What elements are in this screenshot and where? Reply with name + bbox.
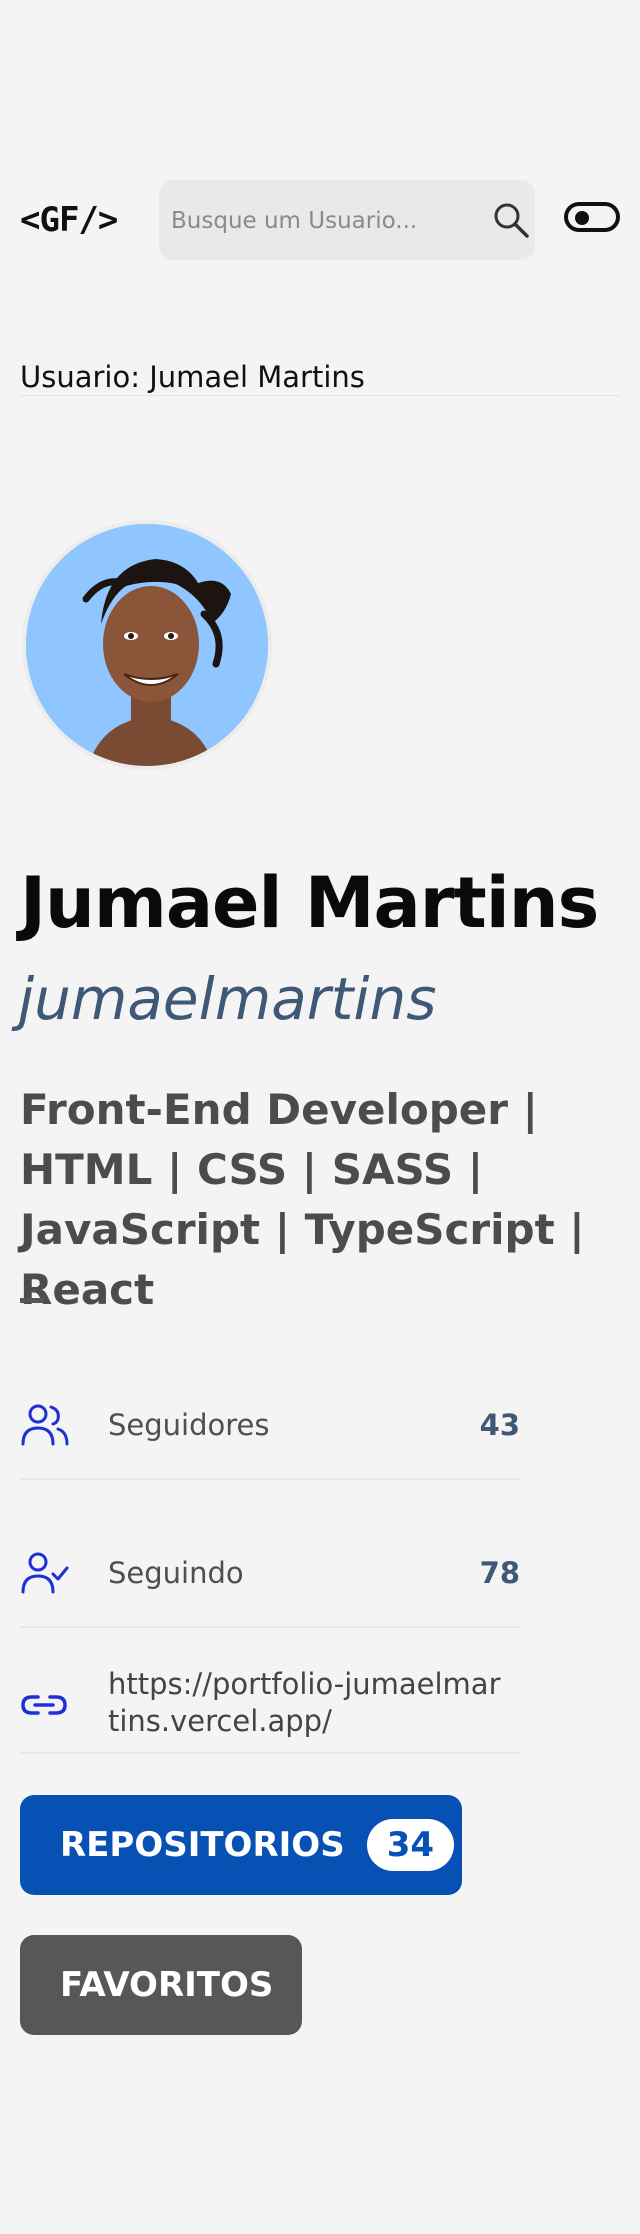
link-icon (20, 1682, 70, 1728)
followers-label: Seguidores (108, 1408, 270, 1442)
divider (20, 395, 620, 396)
followers-count: 43 (479, 1408, 520, 1442)
top-header: <GF/> (20, 180, 620, 262)
following-count: 78 (479, 1556, 520, 1590)
users-icon (20, 1402, 70, 1448)
favorites-button[interactable]: FAVORITOS (20, 1935, 302, 2035)
repositories-label: REPOSITORIOS (60, 1825, 345, 1865)
following-row: Seguindo 78 (20, 1518, 520, 1628)
following-label: Seguindo (108, 1556, 244, 1590)
website-row: https://portfolio-jumaelmartins.vercel.a… (20, 1660, 520, 1754)
theme-toggle[interactable] (564, 202, 620, 232)
bio-separator (20, 1298, 44, 1303)
favorites-label: FAVORITOS (60, 1965, 274, 2005)
search-icon[interactable] (489, 198, 533, 242)
search-input[interactable] (169, 180, 473, 262)
avatar (22, 520, 272, 770)
repositories-count-badge: 34 (366, 1819, 455, 1871)
toggle-knob (575, 211, 589, 225)
website-link[interactable]: https://portfolio-jumaelmartins.vercel.a… (108, 1666, 508, 1740)
current-user-label: Usuario: Jumael Martins (20, 360, 365, 394)
user-check-icon (20, 1550, 70, 1596)
repositories-button[interactable]: REPOSITORIOS 34 (20, 1795, 462, 1895)
app-logo[interactable]: <GF/> (20, 200, 118, 240)
profile-bio: Front-End Developer | HTML | CSS | SASS … (20, 1085, 585, 1314)
profile-login: jumaelmartins (18, 965, 437, 1033)
profile-name: Jumael Martins (20, 862, 599, 944)
search-box (159, 180, 535, 262)
followers-row: Seguidores 43 (20, 1370, 520, 1480)
